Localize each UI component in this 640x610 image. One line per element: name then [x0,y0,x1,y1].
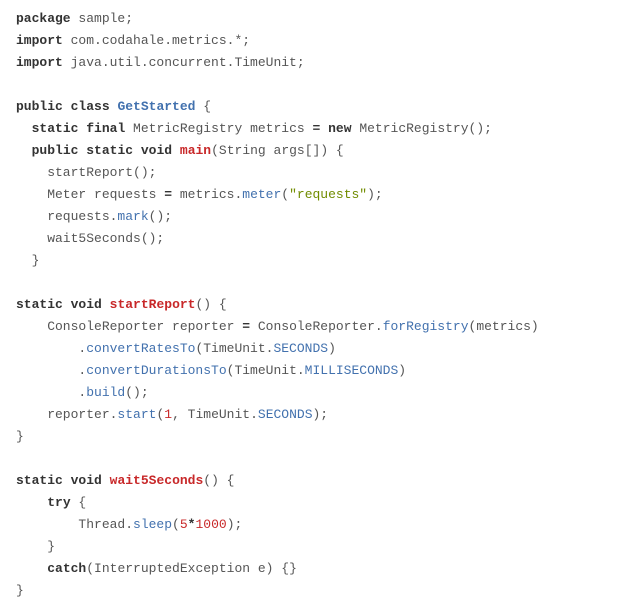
line-23: try { [16,495,86,510]
line-3: import java.util.concurrent.TimeUnit; [16,55,305,70]
line-9: Meter requests = metrics.meter("requests… [16,187,383,202]
line-19: reporter.start(1, TimeUnit.SECONDS); [16,407,328,422]
line-20: } [16,429,24,444]
line-5: public class GetStarted { [16,99,211,114]
line-10: requests.mark(); [16,209,172,224]
line-25: } [16,539,55,554]
line-26: catch(InterruptedException e) {} [16,561,297,576]
line-16: .convertRatesTo(TimeUnit.SECONDS) [16,341,336,356]
code-block: package sample; import com.codahale.metr… [16,8,624,602]
line-7: public static void main(String args[]) { [16,143,344,158]
line-1: package sample; [16,11,133,26]
line-15: ConsoleReporter reporter = ConsoleReport… [16,319,539,334]
line-12: } [16,253,39,268]
line-18: .build(); [16,385,149,400]
line-8: startReport(); [16,165,156,180]
line-24: Thread.sleep(5*1000); [16,517,242,532]
line-27: } [16,583,24,598]
line-2: import com.codahale.metrics.*; [16,33,250,48]
line-17: .convertDurationsTo(TimeUnit.MILLISECOND… [16,363,406,378]
line-22: static void wait5Seconds() { [16,473,235,488]
line-6: static final MetricRegistry metrics = ne… [16,121,492,136]
line-11: wait5Seconds(); [16,231,164,246]
line-14: static void startReport() { [16,297,227,312]
